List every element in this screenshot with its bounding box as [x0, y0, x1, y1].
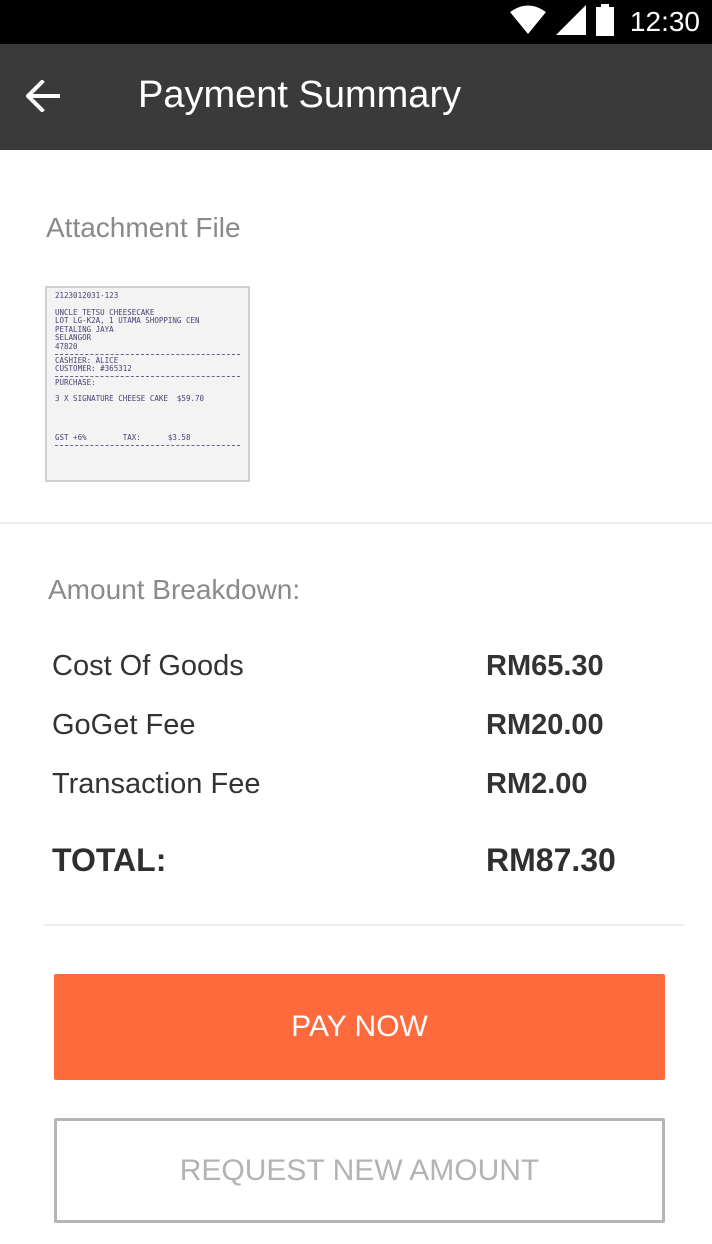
breakdown-label: Amount Breakdown: — [48, 574, 301, 605]
cost-of-goods-label: Cost Of Goods — [52, 650, 244, 682]
total-value: RM87.30 — [486, 842, 616, 878]
receipt-divider — [55, 444, 240, 446]
receipt-attachment-thumbnail[interactable]: 2123012031-123 UNCLE TETSU CHEESECAKE LO… — [45, 286, 250, 482]
total-label: TOTAL: — [52, 842, 167, 878]
receipt-line: 47820 — [55, 341, 78, 351]
receipt-line: PURCHASE: — [55, 377, 96, 387]
page-title: Payment Summary — [138, 74, 462, 116]
receipt-line: 3 X SIGNATURE CHEESE CAKE $59.70 — [55, 394, 205, 404]
battery-icon — [595, 3, 614, 41]
receipt-divider — [55, 353, 240, 355]
wifi-icon — [509, 5, 546, 40]
arrow-left-icon — [25, 78, 62, 117]
transaction-fee-label: Transaction Fee — [52, 768, 261, 800]
attachment-label: Attachment File — [46, 212, 241, 243]
receipt-line: SELANGOR — [55, 333, 92, 343]
cellular-signal-icon — [555, 4, 586, 40]
back-button[interactable] — [18, 72, 70, 124]
section-divider — [44, 924, 684, 926]
pay-now-button[interactable]: PAY NOW — [54, 974, 665, 1080]
goget-fee-value: RM20.00 — [486, 709, 604, 741]
transaction-fee-value: RM2.00 — [486, 768, 588, 800]
receipt-line: 2123012031-123 — [55, 291, 119, 300]
receipt-line: GST +6% TAX: $3.58 — [55, 432, 191, 442]
app-bar: Payment Summary — [0, 44, 712, 150]
receipt-line: CUSTOMER: #365312 — [55, 364, 132, 374]
cost-of-goods-value: RM65.30 — [486, 650, 604, 682]
status-icons: 12:30 — [509, 0, 700, 44]
status-bar: 12:30 — [0, 0, 712, 44]
section-divider — [0, 522, 712, 524]
status-time: 12:30 — [629, 6, 700, 37]
receipt-divider — [55, 375, 240, 377]
goget-fee-label: GoGet Fee — [52, 709, 196, 741]
request-new-amount-button[interactable]: REQUEST NEW AMOUNT — [54, 1118, 665, 1223]
